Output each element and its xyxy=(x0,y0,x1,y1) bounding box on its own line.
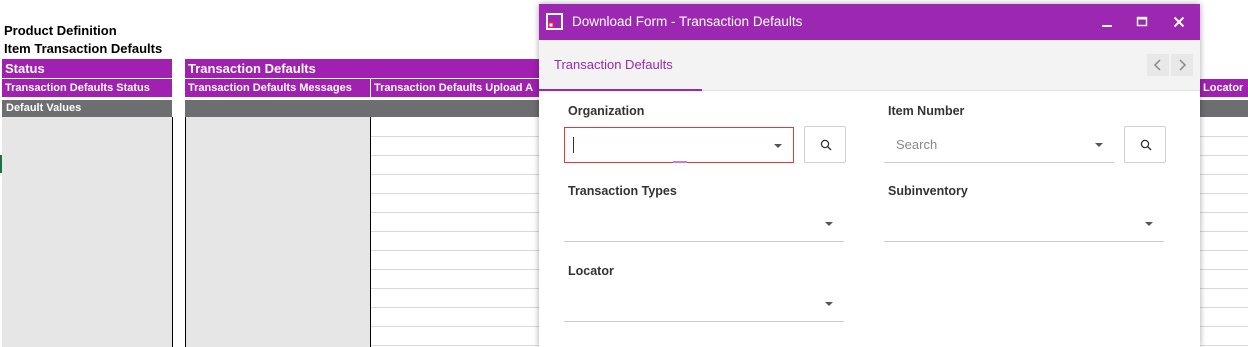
tab-next-button[interactable] xyxy=(1171,54,1193,76)
dialog-titlebar[interactable]: Download Form - Transaction Defaults xyxy=(539,4,1200,40)
minimize-icon xyxy=(1102,25,1112,27)
row-gridline xyxy=(1200,193,1248,194)
minimize-button[interactable] xyxy=(1095,10,1119,34)
row-gridline xyxy=(371,345,539,346)
item-number-label: Item Number xyxy=(888,104,965,118)
default-values-bar xyxy=(185,100,539,117)
dialog-title: Download Form - Transaction Defaults xyxy=(572,14,803,29)
column-header-locator[interactable]: Locator xyxy=(1200,79,1248,97)
row-gridline xyxy=(1200,212,1248,213)
download-form-dialog: Download Form - Transaction Defaults Tra… xyxy=(539,4,1200,347)
item-number-combo[interactable]: Search xyxy=(884,127,1114,163)
row-gridline xyxy=(1200,155,1248,156)
row-gridline xyxy=(371,174,539,175)
row-gridline xyxy=(1200,307,1248,308)
transaction-types-combo[interactable] xyxy=(564,206,844,242)
row-gridline xyxy=(1200,326,1248,327)
row-gridline xyxy=(1200,288,1248,289)
row-gridline xyxy=(371,326,539,327)
default-values-label: Default Values xyxy=(2,100,172,117)
tab-transaction-defaults[interactable]: Transaction Defaults xyxy=(539,40,702,91)
subinventory-label: Subinventory xyxy=(888,184,968,198)
row-gridline xyxy=(1200,345,1248,346)
caret-down-icon xyxy=(774,144,782,148)
tab-strip: Transaction Defaults xyxy=(539,40,1200,91)
row-gridline xyxy=(371,307,539,308)
messages-column-cells[interactable] xyxy=(186,117,370,347)
sheet-title: Product Definition xyxy=(4,23,117,38)
row-gridline xyxy=(371,212,539,213)
row-gridline xyxy=(371,155,539,156)
tab-prev-button[interactable] xyxy=(1147,54,1169,76)
chevron-right-icon xyxy=(1179,59,1187,71)
maximize-icon xyxy=(1136,16,1148,27)
caret-down-icon xyxy=(825,222,833,226)
row-gridline xyxy=(371,193,539,194)
caret-down-icon xyxy=(825,302,833,306)
active-cell-marker xyxy=(0,155,2,173)
group-header-status[interactable]: Status xyxy=(2,59,172,78)
row-gridline xyxy=(1200,250,1248,251)
row-gridline xyxy=(371,250,539,251)
status-column-cells[interactable] xyxy=(2,117,172,347)
row-gridline xyxy=(1200,136,1248,137)
locator-combo[interactable] xyxy=(564,286,844,322)
organization-combo[interactable] xyxy=(564,127,794,163)
maximize-button[interactable] xyxy=(1130,10,1154,34)
tab-label: Transaction Defaults xyxy=(554,57,673,72)
column-header-status[interactable]: Transaction Defaults Status xyxy=(2,79,172,97)
row-gridline xyxy=(1200,269,1248,270)
column-border xyxy=(172,117,173,347)
row-gridline xyxy=(1200,174,1248,175)
item-number-search-button[interactable] xyxy=(1124,126,1166,163)
chevron-left-icon xyxy=(1153,59,1161,71)
text-cursor xyxy=(573,137,574,153)
row-gridline xyxy=(371,269,539,270)
default-values-bar-right xyxy=(1200,100,1248,117)
caret-down-icon xyxy=(1145,222,1153,226)
group-header-transaction-defaults[interactable]: Transaction Defaults xyxy=(185,59,539,78)
sheet-subtitle: Item Transaction Defaults xyxy=(4,41,163,56)
locator-label: Locator xyxy=(568,264,614,278)
close-button[interactable] xyxy=(1167,10,1191,34)
close-icon xyxy=(1173,16,1185,28)
item-number-placeholder: Search xyxy=(896,137,938,152)
row-gridline xyxy=(371,288,539,289)
row-gridline xyxy=(1200,231,1248,232)
column-border xyxy=(185,117,186,347)
organization-search-button[interactable] xyxy=(804,126,846,163)
row-gridline xyxy=(371,136,539,137)
search-icon xyxy=(1140,139,1152,151)
focus-accent xyxy=(673,161,687,163)
caret-down-icon xyxy=(1095,143,1103,147)
column-header-upload-action[interactable]: Transaction Defaults Upload A xyxy=(371,79,539,97)
subinventory-combo[interactable] xyxy=(884,206,1164,242)
column-border xyxy=(370,117,371,347)
transaction-types-label: Transaction Types xyxy=(568,184,677,198)
form-window-icon xyxy=(546,13,563,30)
search-icon xyxy=(820,139,832,151)
organization-label: Organization xyxy=(568,104,645,118)
row-gridline xyxy=(371,231,539,232)
column-header-messages[interactable]: Transaction Defaults Messages xyxy=(185,79,370,97)
